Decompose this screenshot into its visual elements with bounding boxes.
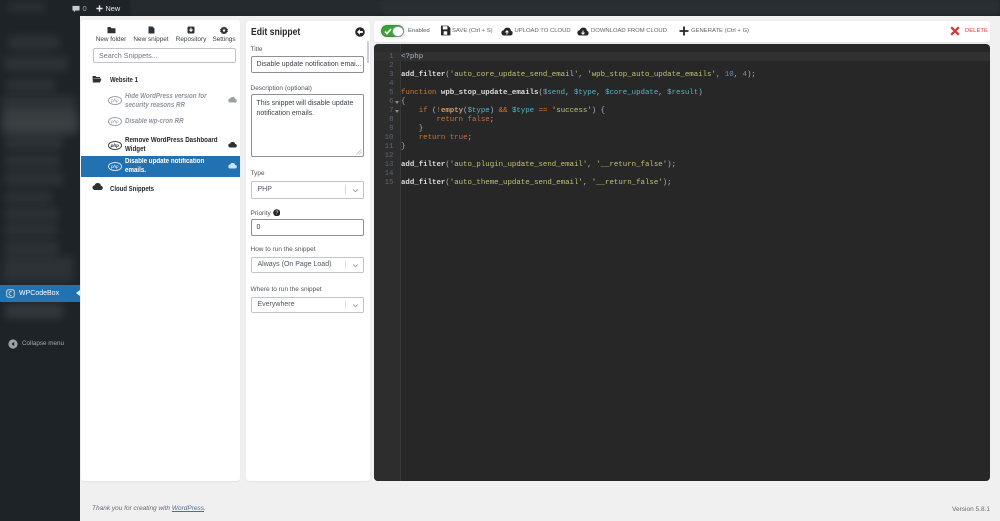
svg-text:?: ? xyxy=(275,210,278,216)
